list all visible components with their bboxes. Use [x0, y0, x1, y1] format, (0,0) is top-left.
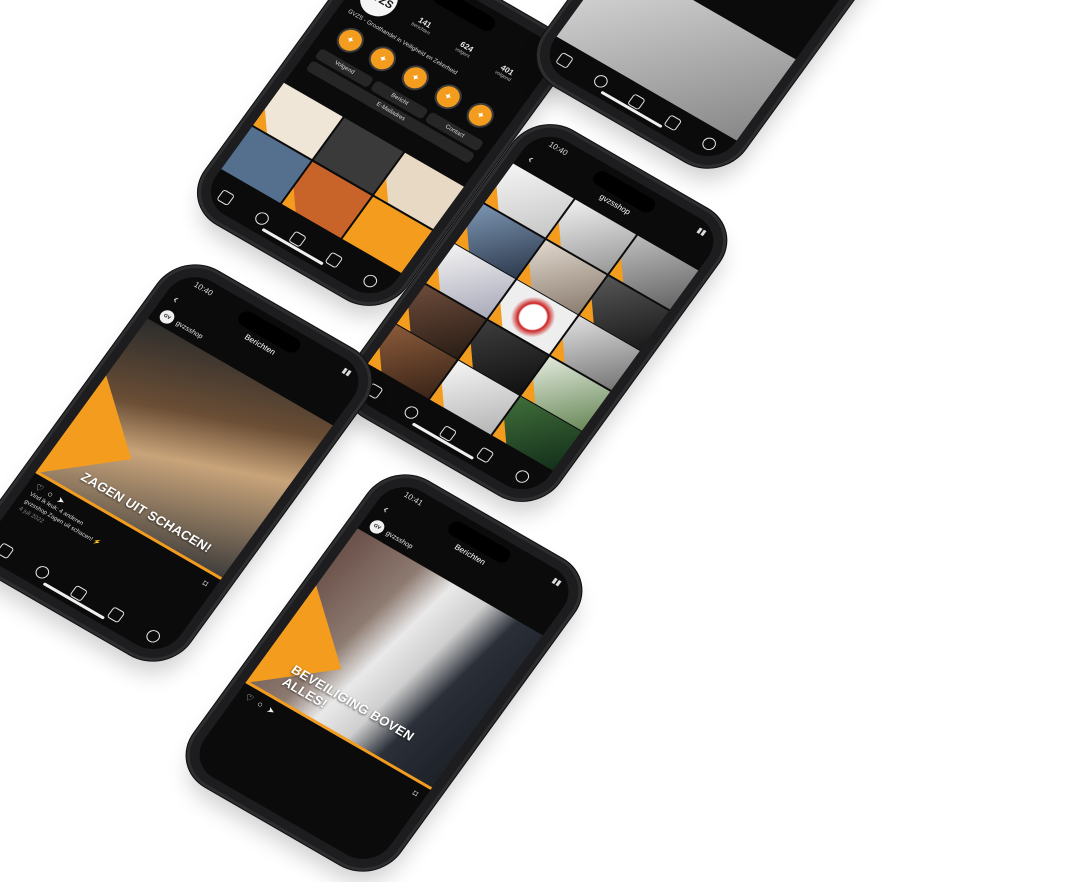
heart-icon[interactable]: ♡ — [242, 692, 256, 705]
highlight-icon: ✦ — [396, 60, 435, 95]
profile-icon[interactable] — [360, 271, 380, 290]
highlight[interactable]: ✦ — [330, 23, 370, 59]
search-icon[interactable] — [32, 563, 52, 581]
bookmark-icon[interactable]: ⌑ — [410, 789, 420, 800]
comment-icon[interactable]: ○ — [254, 699, 266, 711]
back-icon[interactable]: ‹ — [170, 292, 182, 305]
profile-icon[interactable] — [699, 134, 719, 152]
status-time: 10:41 — [402, 490, 425, 508]
back-icon[interactable]: ‹ — [525, 152, 537, 165]
stat-followers[interactable]: 624 volgers — [454, 39, 477, 59]
bookmark-icon[interactable]: ⌑ — [200, 579, 210, 590]
share-icon[interactable]: ➤ — [264, 705, 277, 718]
highlight-icon: ✦ — [428, 79, 467, 114]
home-icon[interactable] — [216, 188, 236, 206]
profile-icon[interactable] — [144, 627, 164, 645]
topright-screen: GV gvzsshop — [537, 0, 885, 167]
reels-icon[interactable] — [476, 446, 496, 464]
highlight-icon: ✦ — [461, 98, 500, 133]
highlight[interactable]: ✦ — [395, 60, 435, 97]
status-time: 10:40 — [546, 139, 570, 158]
battery-icon: ▮▮ — [695, 225, 709, 238]
search-icon[interactable] — [252, 209, 272, 227]
home-icon[interactable] — [555, 51, 575, 69]
reels-icon[interactable] — [107, 606, 126, 624]
search-icon[interactable] — [401, 403, 421, 421]
search-icon[interactable] — [591, 72, 611, 90]
highlight[interactable]: ✦ — [460, 98, 500, 134]
highlight[interactable]: ✦ — [363, 41, 402, 78]
reels-icon[interactable] — [663, 113, 683, 132]
battery-icon: ▮▮ — [550, 575, 564, 588]
back-icon[interactable]: ‹ — [380, 502, 392, 515]
profile-icon[interactable] — [513, 467, 533, 485]
stat-following[interactable]: 401 volgend — [494, 62, 518, 83]
stat-posts[interactable]: 141 berichten — [410, 14, 437, 36]
highlight-icon: ✦ — [331, 23, 370, 58]
home-icon[interactable] — [0, 541, 15, 559]
battery-icon: ▮▮ — [340, 365, 354, 378]
status-time: 10:40 — [192, 280, 215, 298]
highlight-icon: ✦ — [363, 41, 402, 77]
highlight[interactable]: ✦ — [428, 79, 467, 116]
reels-icon[interactable] — [324, 251, 344, 269]
